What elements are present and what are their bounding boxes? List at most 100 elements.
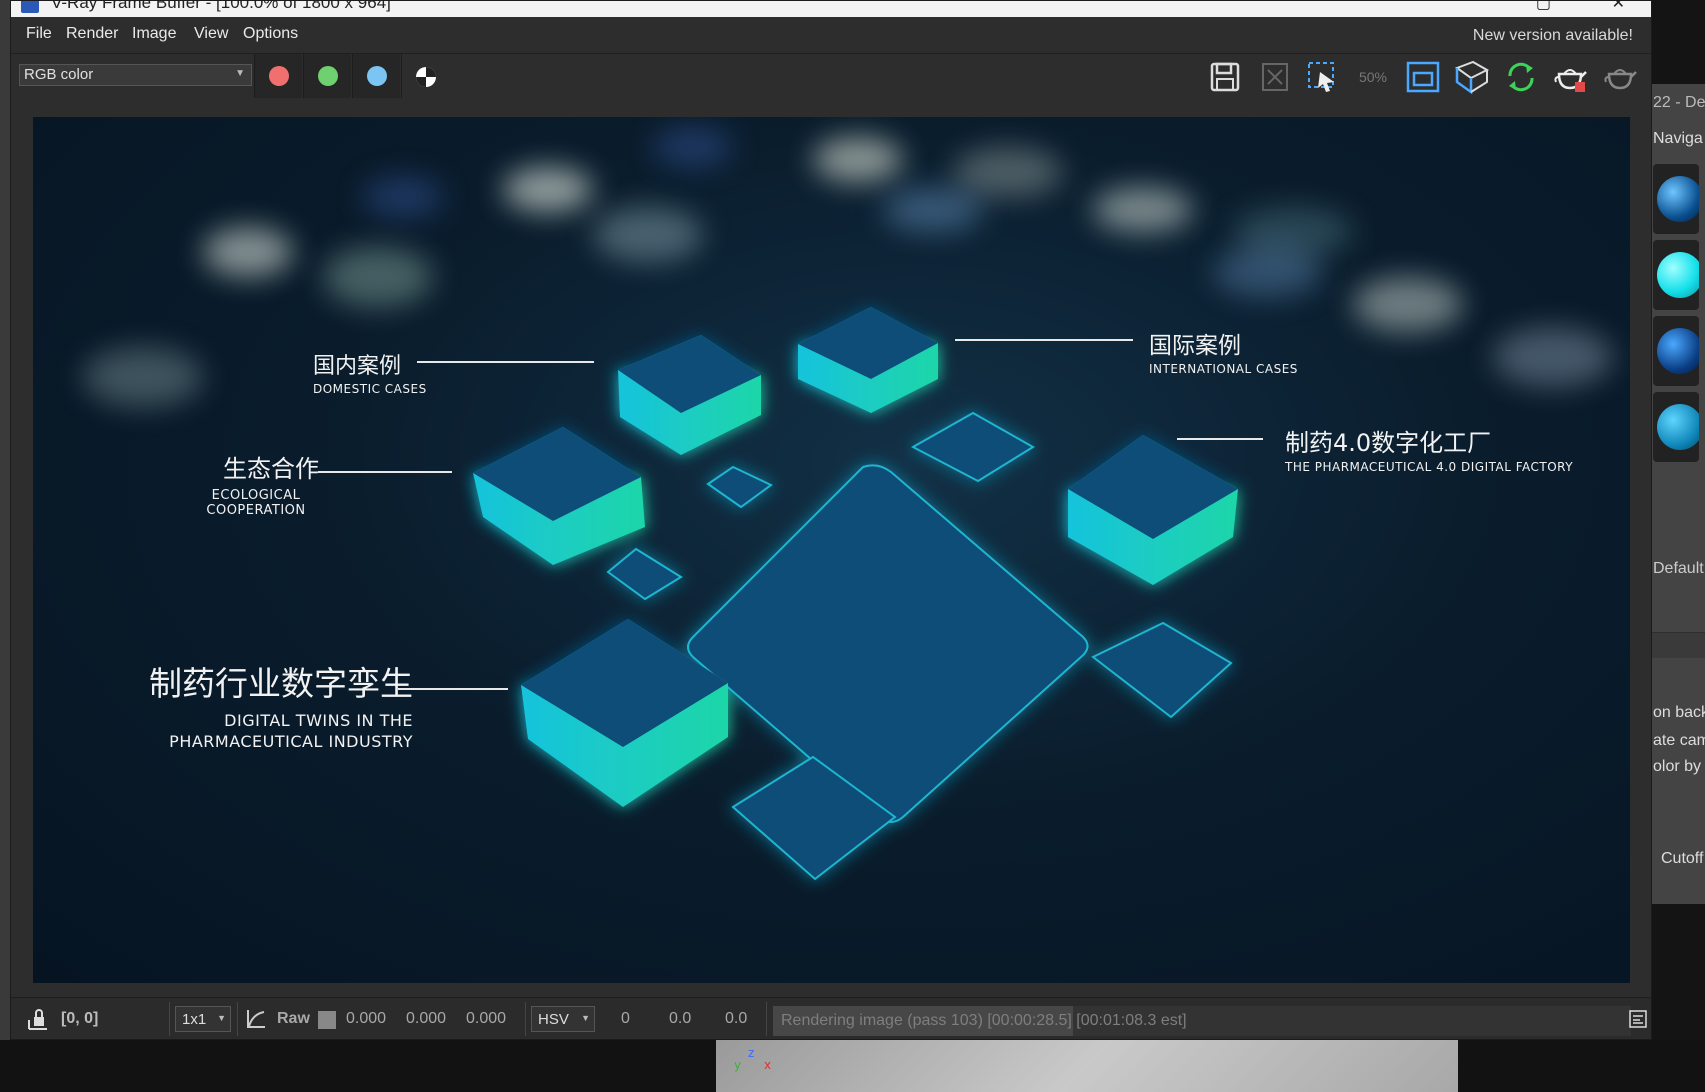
status-bar: [0, 0] 1x1 ▼ Raw 0.000 0.000 0.000 HSV ▼… xyxy=(11,997,1651,1039)
small-tile xyxy=(1091,621,1233,719)
label-domestic-zh: 国内案例 xyxy=(313,354,402,379)
green-dot-icon xyxy=(318,66,338,86)
label-international-en: INTERNATIONAL CASES xyxy=(1149,362,1298,376)
channel-select-value: RGB color xyxy=(24,66,94,83)
ratio-value: 1x1 xyxy=(182,1011,207,1028)
separator xyxy=(237,1002,238,1036)
small-tile xyxy=(910,411,1035,483)
domestic-line xyxy=(417,361,594,363)
hsv-v: 0.0 xyxy=(725,1010,748,1027)
green-channel-button[interactable] xyxy=(303,54,351,98)
option-color: olor by c xyxy=(1653,758,1705,775)
window-title: V-Ray Frame Buffer - [100.0% of 1800 x 9… xyxy=(51,1,391,12)
color-mode-select[interactable]: HSV ▼ xyxy=(531,1006,595,1032)
factory-line xyxy=(1177,438,1263,440)
title-bar[interactable]: V-Ray Frame Buffer - [100.0% of 1800 x 9… xyxy=(11,1,1651,17)
cutoff-label: Cutoff xyxy=(1661,850,1704,867)
raw-label: Raw xyxy=(277,1010,310,1027)
separator xyxy=(169,1002,170,1036)
ratio-select[interactable]: 1x1 ▼ xyxy=(175,1006,231,1032)
clear-icon[interactable] xyxy=(1256,58,1294,96)
log-icon[interactable] xyxy=(1629,1010,1647,1028)
render-teapot-icon[interactable] xyxy=(1551,58,1589,96)
render-last-icon[interactable] xyxy=(1601,58,1639,96)
label-digital-twins-zh: 制药行业数字孪生 xyxy=(149,664,413,703)
spinner-field[interactable] xyxy=(1649,632,1705,658)
maximize-button[interactable]: ▢ xyxy=(1536,1,1551,13)
label-domestic: 国内案例 DOMESTIC CASES xyxy=(313,348,427,396)
label-pharma-factory-zh: 制药4.0数字化工厂 xyxy=(1285,429,1492,457)
menu-bar: File Render Image View Options New versi… xyxy=(11,17,1651,51)
chevron-down-icon: ▼ xyxy=(217,1013,226,1023)
separator xyxy=(525,1002,526,1036)
alpha-icon xyxy=(416,67,436,87)
vray-app-icon xyxy=(21,1,39,13)
menu-options[interactable]: Options xyxy=(243,25,298,43)
label-international: 国际案例 INTERNATIONAL CASES xyxy=(1149,326,1298,376)
label-pharma-factory-en: THE PHARMACEUTICAL 4.0 DIGITAL FACTORY xyxy=(1285,460,1574,474)
camera-track-icon[interactable] xyxy=(1453,58,1491,96)
raw-g: 0.000 xyxy=(406,1010,447,1027)
default-label: Default xyxy=(1653,560,1704,577)
alpha-channel-button[interactable] xyxy=(401,54,449,98)
small-tile xyxy=(606,547,683,601)
navigation-label[interactable]: Naviga xyxy=(1653,130,1703,148)
ecological-line xyxy=(318,471,452,473)
viewport-axis-gizmo: z y x xyxy=(728,1046,776,1086)
menu-image[interactable]: Image xyxy=(132,25,176,43)
label-ecological-en-1: ECOLOGICAL xyxy=(211,488,301,503)
axis-y: y xyxy=(734,1058,742,1072)
panel-title: 22 - De xyxy=(1653,94,1705,111)
twins-line xyxy=(398,688,508,690)
menu-file[interactable]: File xyxy=(26,25,52,43)
hsv-h: 0 xyxy=(621,1010,630,1027)
max-viewport-edge xyxy=(0,0,10,1092)
label-pharma-factory: 制药4.0数字化工厂 THE PHARMACEUTICAL 4.0 DIGITA… xyxy=(1285,423,1573,474)
zoom-level-button[interactable]: 50% xyxy=(1354,58,1392,96)
region-icon[interactable] xyxy=(1404,58,1442,96)
label-ecological-en-2: COOPERATION xyxy=(206,503,306,518)
blue-channel-button[interactable] xyxy=(352,54,400,98)
color-curve-icon[interactable] xyxy=(245,1008,267,1030)
label-digital-twins: 制药行业数字孪生 DIGITAL TWINS IN THE PHARMACEUT… xyxy=(113,657,413,751)
chevron-down-icon: ▼ xyxy=(581,1013,590,1023)
center-tile xyxy=(687,464,1089,823)
axis-x: x xyxy=(764,1058,772,1072)
refresh-icon[interactable] xyxy=(1502,58,1540,96)
raw-color-swatch xyxy=(318,1011,336,1029)
menu-view[interactable]: View xyxy=(194,25,228,43)
raw-b: 0.000 xyxy=(466,1010,507,1027)
new-version-link[interactable]: New version available! xyxy=(1473,27,1633,45)
material-editor-panel: 22 - De Naviga Default on back ate came … xyxy=(1648,84,1705,904)
vray-frame-buffer-window: V-Ray Frame Buffer - [100.0% of 1800 x 9… xyxy=(10,0,1652,1040)
channel-select[interactable]: RGB color ▼ xyxy=(19,64,252,86)
close-button[interactable]: ✕ xyxy=(1612,1,1625,13)
label-international-zh: 国际案例 xyxy=(1149,333,1241,359)
material-slot-4[interactable] xyxy=(1653,392,1699,462)
label-ecological-zh: 生态合作 xyxy=(223,455,319,483)
hsv-s: 0.0 xyxy=(669,1010,692,1027)
lock-pixel-icon[interactable] xyxy=(27,1007,49,1031)
material-slot-2[interactable] xyxy=(1653,240,1699,310)
material-slot-3[interactable] xyxy=(1653,316,1699,386)
option-on-back: on back xyxy=(1653,704,1705,721)
pixel-coords: [0, 0] xyxy=(61,1010,99,1027)
blue-dot-icon xyxy=(367,66,387,86)
save-icon[interactable] xyxy=(1206,58,1244,96)
region-render-icon[interactable] xyxy=(1304,58,1342,96)
axis-z: z xyxy=(748,1046,755,1060)
small-tile xyxy=(706,465,773,509)
material-slot-1[interactable] xyxy=(1653,164,1699,234)
label-ecological: 生态合作 ECOLOGICAL COOPERATION xyxy=(193,449,319,518)
rendered-image[interactable]: 国内案例 DOMESTIC CASES 国际案例 INTERNATIONAL C… xyxy=(33,117,1630,983)
toolbar: RGB color ▼ 50% xyxy=(11,53,1651,99)
render-progress-bar: Rendering image (pass 103) [00:00:28.5] … xyxy=(773,1006,1631,1036)
menu-render[interactable]: Render xyxy=(66,25,118,43)
label-digital-twins-en-1: DIGITAL TWINS IN THE xyxy=(224,711,413,730)
international-line xyxy=(955,339,1133,341)
max-viewport[interactable] xyxy=(716,1040,1458,1092)
label-digital-twins-en-2: PHARMACEUTICAL INDUSTRY xyxy=(169,732,413,751)
chevron-down-icon: ▼ xyxy=(235,68,245,79)
red-channel-button[interactable] xyxy=(254,54,302,98)
label-domestic-en: DOMESTIC CASES xyxy=(313,382,427,396)
